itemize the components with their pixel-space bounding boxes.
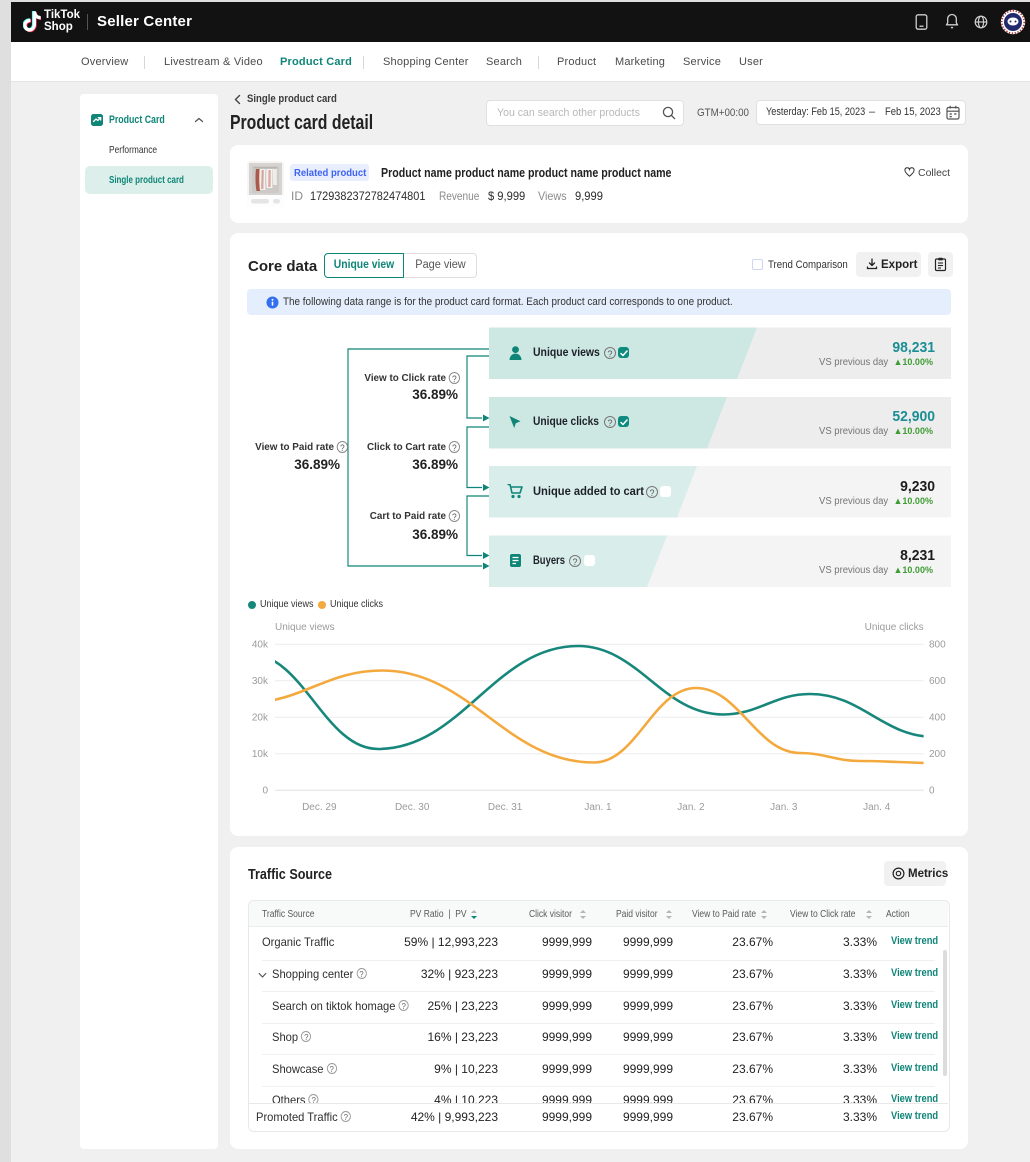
svg-text:Jan. 2: Jan. 2 <box>677 802 705 813</box>
svg-text:0: 0 <box>929 785 935 796</box>
svg-text:Jan. 4: Jan. 4 <box>863 802 891 813</box>
svg-text:0: 0 <box>262 785 268 796</box>
svg-text:Dec. 30: Dec. 30 <box>395 802 430 813</box>
svg-text:30k: 30k <box>252 676 269 687</box>
svg-text:20k: 20k <box>252 712 269 723</box>
svg-text:400: 400 <box>929 712 946 723</box>
svg-text:Unique clicks: Unique clicks <box>865 622 924 633</box>
svg-text:10k: 10k <box>252 749 269 760</box>
svg-text:200: 200 <box>929 749 946 760</box>
svg-text:Jan. 1: Jan. 1 <box>584 802 612 813</box>
svg-text:Dec. 29: Dec. 29 <box>302 802 337 813</box>
svg-text:800: 800 <box>929 639 946 650</box>
svg-text:40k: 40k <box>252 639 269 650</box>
svg-text:600: 600 <box>929 676 946 687</box>
svg-text:Jan. 3: Jan. 3 <box>770 802 798 813</box>
svg-text:Dec. 31: Dec. 31 <box>488 802 523 813</box>
svg-text:Unique views: Unique views <box>275 622 334 633</box>
